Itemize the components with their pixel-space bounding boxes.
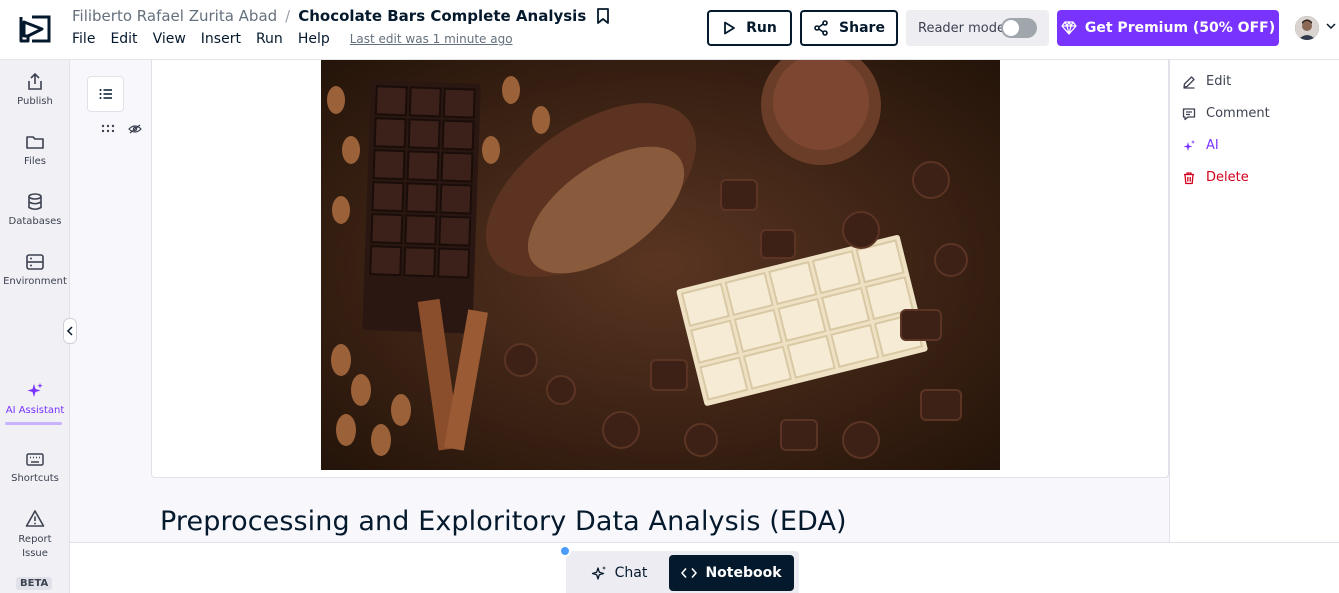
share-icon bbox=[814, 20, 828, 36]
publish-icon bbox=[28, 72, 42, 90]
code-icon bbox=[681, 567, 698, 579]
sidebar-item-label: Environment bbox=[3, 276, 67, 287]
avatar-image bbox=[1295, 16, 1319, 40]
trash-icon bbox=[1184, 171, 1194, 184]
sidebar-item-publish[interactable]: Publish bbox=[0, 72, 70, 107]
eye-off-icon[interactable] bbox=[128, 124, 142, 134]
drag-indicator-dot[interactable] bbox=[559, 545, 571, 557]
chocolate-image bbox=[321, 60, 1000, 470]
menu-file[interactable]: File bbox=[72, 31, 95, 47]
sidebar-item-label: AI Assistant bbox=[5, 405, 65, 416]
breadcrumb-separator: / bbox=[285, 7, 291, 25]
share-label: Share bbox=[839, 20, 885, 36]
comment-label: Comment bbox=[1206, 106, 1270, 121]
comment-action[interactable]: Comment bbox=[1182, 106, 1270, 121]
menu-help[interactable]: Help bbox=[298, 31, 330, 47]
notebook-title[interactable]: Chocolate Bars Complete Analysis bbox=[298, 7, 586, 25]
workspace-owner[interactable]: Filiberto Rafael Zurita Abad bbox=[72, 7, 277, 25]
ai-label: AI bbox=[1206, 138, 1219, 153]
menu-view[interactable]: View bbox=[153, 31, 186, 47]
sidebar-item-ai-assistant[interactable]: AI Assistant bbox=[0, 381, 70, 416]
sidebar-item-label: Shortcuts bbox=[11, 473, 59, 484]
datalab-logo-icon[interactable] bbox=[18, 14, 52, 44]
bookmark-icon[interactable] bbox=[596, 8, 610, 24]
top-bar: Filiberto Rafael Zurita Abad / Chocolate… bbox=[0, 0, 1339, 60]
section-heading: Preprocessing and Exploritory Data Analy… bbox=[160, 506, 847, 537]
get-premium-button[interactable]: Get Premium (50% OFF) bbox=[1057, 10, 1279, 46]
chat-label: Chat bbox=[614, 565, 648, 581]
notebook-label: Notebook bbox=[705, 565, 782, 581]
left-sidebar: Publish Files Databases Environment AI A… bbox=[0, 60, 70, 593]
keyboard-icon bbox=[26, 453, 44, 466]
sparkle-icon bbox=[1183, 139, 1195, 151]
play-icon bbox=[724, 21, 736, 35]
menu-run[interactable]: Run bbox=[256, 31, 283, 47]
sidebar-item-databases[interactable]: Databases bbox=[0, 192, 70, 227]
switch-knob bbox=[1003, 20, 1019, 36]
sidebar-item-files[interactable]: Files bbox=[0, 132, 70, 167]
chevron-left-icon bbox=[66, 326, 73, 336]
cell-actions-panel: Edit Comment AI Delete bbox=[1169, 60, 1339, 543]
comment-icon bbox=[1182, 107, 1196, 120]
database-icon bbox=[28, 193, 42, 211]
warning-icon bbox=[25, 510, 45, 527]
list-icon bbox=[99, 89, 112, 99]
user-avatar[interactable] bbox=[1295, 16, 1319, 40]
chevron-down-icon[interactable] bbox=[1326, 22, 1336, 30]
notebook-tab[interactable]: Notebook bbox=[669, 555, 794, 591]
folder-icon bbox=[26, 136, 44, 149]
menu-bar: File Edit View Insert Run Help Last edit… bbox=[72, 31, 513, 47]
run-button[interactable]: Run bbox=[707, 10, 792, 46]
pencil-icon bbox=[1183, 75, 1195, 89]
premium-label: Get Premium (50% OFF) bbox=[1084, 20, 1276, 36]
menu-edit[interactable]: Edit bbox=[110, 31, 137, 47]
sidebar-item-label: Publish bbox=[17, 96, 53, 107]
chat-tab[interactable]: Chat bbox=[573, 556, 665, 590]
environment-icon bbox=[26, 254, 44, 270]
last-edit-link[interactable]: Last edit was 1 minute ago bbox=[350, 32, 513, 46]
sparkle-icon bbox=[27, 383, 43, 397]
edit-action[interactable]: Edit bbox=[1182, 74, 1231, 89]
sidebar-item-report-issue[interactable]: Report Issue bbox=[0, 509, 70, 561]
table-of-contents-button[interactable] bbox=[87, 76, 124, 112]
sidebar-item-shortcuts[interactable]: Shortcuts bbox=[0, 449, 70, 484]
ai-action[interactable]: AI bbox=[1182, 138, 1219, 153]
breadcrumb: Filiberto Rafael Zurita Abad / Chocolate… bbox=[72, 7, 610, 25]
reader-mode-toggle[interactable]: Reader mode bbox=[906, 10, 1049, 46]
sidebar-item-label: Report Issue bbox=[18, 534, 52, 559]
run-label: Run bbox=[746, 20, 777, 36]
delete-label: Delete bbox=[1206, 170, 1249, 185]
diamond-icon bbox=[1061, 21, 1077, 35]
sidebar-item-label: Files bbox=[24, 156, 46, 167]
beta-badge: BETA bbox=[16, 577, 53, 590]
drag-handle-icon[interactable] bbox=[101, 124, 115, 134]
edit-label: Edit bbox=[1206, 74, 1232, 89]
chocolate-photo bbox=[321, 60, 1000, 470]
share-button[interactable]: Share bbox=[800, 10, 898, 46]
sparkle-icon bbox=[591, 566, 606, 580]
delete-action[interactable]: Delete bbox=[1182, 170, 1249, 185]
reader-mode-label: Reader mode bbox=[918, 20, 1006, 36]
active-indicator bbox=[5, 422, 62, 425]
sidebar-item-environment[interactable]: Environment bbox=[0, 252, 70, 287]
collapse-sidebar-button[interactable] bbox=[63, 318, 77, 344]
sidebar-item-label: Databases bbox=[8, 216, 62, 227]
menu-insert[interactable]: Insert bbox=[201, 31, 241, 47]
reader-mode-switch[interactable] bbox=[1001, 18, 1037, 38]
